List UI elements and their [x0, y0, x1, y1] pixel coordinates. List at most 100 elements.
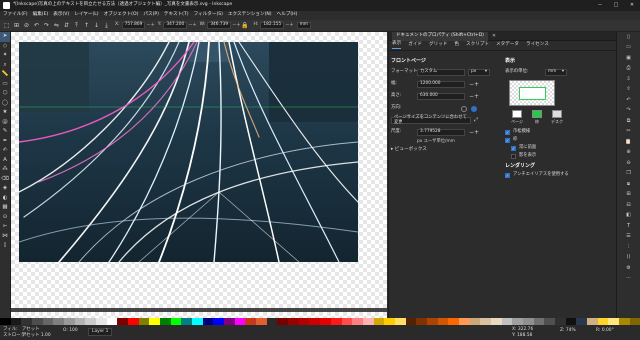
selector-tool-icon[interactable]: ➤ [0, 32, 10, 42]
measure-tool-icon[interactable]: 📏 [0, 70, 10, 80]
tab-color[interactable]: 色 [454, 43, 459, 48]
star-tool-icon[interactable]: ★ [0, 108, 10, 118]
border-checkbox[interactable]: ✓ 枠 [505, 137, 615, 144]
palette-swatch[interactable] [362, 318, 374, 325]
palette-swatch[interactable] [533, 318, 545, 325]
save-icon[interactable]: ▣ [617, 53, 640, 64]
calligraphy-tool-icon[interactable]: ✍ [0, 146, 10, 156]
text-tool-icon[interactable]: A [0, 156, 10, 166]
x-stepper[interactable]: −+ [146, 23, 154, 28]
open-icon[interactable]: ▭ [617, 43, 640, 54]
layers-icon[interactable]: ☰ [617, 232, 640, 243]
zoom-tool-icon[interactable]: ⌕ [0, 61, 10, 71]
palette-swatch[interactable] [320, 318, 331, 325]
palette-swatch[interactable] [170, 318, 182, 325]
gradient-tool-icon[interactable]: ◐ [0, 194, 10, 204]
palette-swatch[interactable] [341, 318, 353, 325]
eraser-tool-icon[interactable]: ⌫ [0, 175, 10, 185]
palette-swatch[interactable] [426, 318, 438, 325]
menu-filter[interactable]: フィルター(S) [194, 13, 223, 18]
palette-swatch[interactable] [288, 318, 299, 325]
palette-swatch[interactable] [181, 318, 193, 325]
palette-swatch[interactable] [416, 318, 427, 325]
display-units-select[interactable]: mm ▾ [545, 69, 567, 76]
redo-icon[interactable]: ↷ [617, 106, 640, 117]
palette-swatch[interactable] [245, 318, 257, 325]
palette-swatch[interactable] [64, 318, 75, 325]
palette-swatch[interactable] [597, 318, 609, 325]
menu-path[interactable]: パス(P) [143, 13, 159, 18]
lower-icon[interactable]: ↓ [92, 21, 101, 30]
lpe-tool-icon[interactable]: ⋈ [0, 232, 10, 242]
height-stepper[interactable]: −+ [285, 23, 293, 28]
palette-swatch[interactable] [309, 318, 321, 325]
node-tool-icon[interactable]: ◇ [0, 42, 10, 52]
menu-layer[interactable]: レイヤー(L) [74, 13, 98, 18]
desk-color-swatch[interactable] [552, 110, 562, 118]
print-icon[interactable]: ⎙ [617, 64, 640, 75]
menu-view[interactable]: 表示(V) [53, 13, 69, 18]
palette-swatch[interactable] [53, 318, 65, 325]
width-input[interactable]: 346.739 [207, 22, 232, 29]
palette-swatch[interactable] [565, 318, 577, 325]
box3d-tool-icon[interactable]: ⬡ [0, 89, 10, 99]
cut-icon[interactable]: ✂ [617, 127, 640, 138]
flip-horizontal-icon[interactable]: ⇋ [52, 21, 61, 30]
import-icon[interactable]: ⇩ [617, 74, 640, 85]
palette-swatch[interactable] [608, 318, 619, 325]
palette-swatch[interactable] [128, 318, 139, 325]
menu-object[interactable]: オブジェクト(O) [104, 13, 139, 18]
antialias-checkbox[interactable]: ✓ アンチエイリアスを使用する [505, 172, 615, 179]
palette-swatch[interactable] [0, 318, 11, 325]
palette-swatch[interactable] [224, 318, 235, 325]
palette-swatch[interactable] [554, 318, 566, 325]
horizontal-scrollbar[interactable] [11, 308, 387, 312]
lower-to-bottom-icon[interactable]: ⤓ [102, 21, 111, 30]
deselect-icon[interactable]: ⊘ [22, 21, 31, 30]
palette-swatch[interactable] [544, 318, 555, 325]
xml-editor-icon[interactable]: ⟨⟩ [617, 253, 640, 264]
tab-license[interactable]: ライセンス [526, 43, 549, 48]
border-on-top-checkbox[interactable]: ✓ 常に前面 [511, 145, 615, 152]
palette-swatch[interactable] [85, 318, 97, 325]
palette-swatch[interactable] [149, 318, 161, 325]
palette-swatch[interactable] [522, 318, 534, 325]
tab-guides[interactable]: ガイド [408, 43, 422, 48]
pen-tool-icon[interactable]: ✒ [0, 137, 10, 147]
tab-display[interactable]: 表示 [392, 42, 402, 49]
format-unit-select[interactable]: px ▾ [468, 69, 490, 76]
group-icon[interactable]: ⊞ [617, 190, 640, 201]
viewbox-expander[interactable]: ▸ ビューボックス [391, 147, 497, 153]
bucket-tool-icon[interactable]: ◈ [0, 184, 10, 194]
format-select[interactable]: カスタム [417, 69, 465, 76]
palette-swatch[interactable] [10, 318, 22, 325]
fill-stroke-values[interactable]: アセット アセット 1.00 [22, 327, 51, 338]
tab-scripting[interactable]: スクリプト [466, 43, 489, 48]
rectangle-tool-icon[interactable]: ▭ [0, 80, 10, 90]
ungroup-icon[interactable]: ⊟ [617, 200, 640, 211]
landscape-radio[interactable] [471, 105, 477, 112]
palette-swatch[interactable] [277, 318, 289, 325]
clone-icon[interactable]: ⧈ [617, 179, 640, 190]
menu-edit[interactable]: 編集(E) [33, 13, 49, 18]
connector-tool-icon[interactable]: ⟜ [0, 222, 10, 232]
maximize-button[interactable]: □ [608, 0, 624, 11]
palette-swatch[interactable] [42, 318, 54, 325]
canvas[interactable] [11, 32, 387, 318]
close-button[interactable]: ✕ [624, 0, 640, 11]
opacity-field[interactable]: O: 100 [63, 328, 78, 333]
select-all-icon[interactable]: ⬚ [2, 21, 11, 30]
page-width-stepper[interactable]: −+ [469, 81, 479, 88]
spray-tool-icon[interactable]: ⁂ [0, 165, 10, 175]
page-width-input[interactable]: 1200.000 [417, 81, 465, 88]
palette-swatch[interactable] [490, 318, 502, 325]
palette-swatch[interactable] [21, 318, 33, 325]
palette-swatch[interactable] [330, 318, 342, 325]
palette-swatch[interactable] [384, 318, 395, 325]
menu-extensions[interactable]: エクステンション(N) [228, 13, 272, 18]
palette-swatch[interactable] [618, 318, 630, 325]
checkerboard-checkbox[interactable]: ✓ 市松模様 [505, 129, 615, 136]
palette-swatch[interactable] [74, 318, 86, 325]
preferences-icon[interactable]: ⚙ [617, 263, 640, 274]
fill-stroke-icon[interactable]: ◧ [617, 211, 640, 222]
